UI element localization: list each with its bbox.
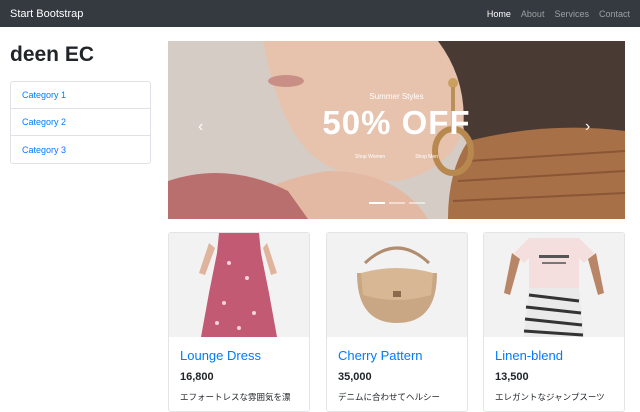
product-title[interactable]: Lounge Dress: [180, 348, 298, 363]
product-title[interactable]: Linen-blend: [495, 348, 613, 363]
product-description: エレガントなジャンプスーツ: [495, 392, 605, 402]
navbar-brand[interactable]: Start Bootstrap: [10, 8, 83, 20]
site-title: deen EC: [10, 43, 95, 66]
category-item-1[interactable]: Category 1: [11, 82, 150, 109]
carousel-next-icon[interactable]: ›: [585, 119, 590, 135]
shop-women-button[interactable]: Shop Women: [355, 154, 385, 160]
carousel-indicators: [168, 202, 625, 204]
product-price: 16,800: [180, 371, 214, 383]
saddle-bag-image[interactable]: [327, 233, 467, 337]
product-price: 35,000: [338, 371, 372, 383]
category-item-2[interactable]: Category 2: [11, 109, 150, 136]
carousel-subtitle: Summer Styles: [369, 92, 424, 101]
product-card: Cherry Pattern 35,000 デニムに合わせてヘルシー: [326, 232, 468, 412]
product-price: 13,500: [495, 371, 529, 383]
carousel-indicator[interactable]: [388, 202, 405, 204]
carousel-indicator[interactable]: [408, 202, 425, 204]
nav-link-contact[interactable]: Contact: [599, 9, 630, 19]
shop-men-button[interactable]: Shop Men: [415, 154, 438, 160]
category-item-3[interactable]: Category 3: [11, 136, 150, 163]
hero-carousel: Summer Styles 50% OFF Shop Women Shop Me…: [168, 41, 625, 219]
carousel-prev-icon[interactable]: ‹: [198, 119, 203, 135]
product-description: デニムに合わせてヘルシー: [338, 392, 441, 402]
nav-link-home[interactable]: Home: [487, 9, 511, 19]
top-navbar: Start Bootstrap Home About Services Cont…: [0, 0, 640, 27]
product-title[interactable]: Cherry Pattern: [338, 348, 456, 363]
tee-zebra-skirt-image[interactable]: [484, 233, 624, 337]
nav-link-about[interactable]: About: [521, 9, 545, 19]
product-card: Linen-blend 13,500 エレガントなジャンプスーツ: [483, 232, 625, 412]
carousel-buttons: Shop Women Shop Men: [168, 154, 625, 160]
product-card: Lounge Dress 16,800 エフォートレスな雰囲気を漂: [168, 232, 310, 412]
carousel-headline: 50% OFF: [322, 104, 471, 141]
nav-link-services[interactable]: Services: [554, 9, 589, 19]
nav-links: Home About Services Contact: [487, 9, 630, 19]
category-list: Category 1 Category 2 Category 3: [10, 81, 151, 164]
floral-dress-image[interactable]: [169, 233, 309, 337]
product-description: エフォートレスな雰囲気を漂: [180, 392, 291, 402]
carousel-indicator[interactable]: [368, 202, 385, 204]
